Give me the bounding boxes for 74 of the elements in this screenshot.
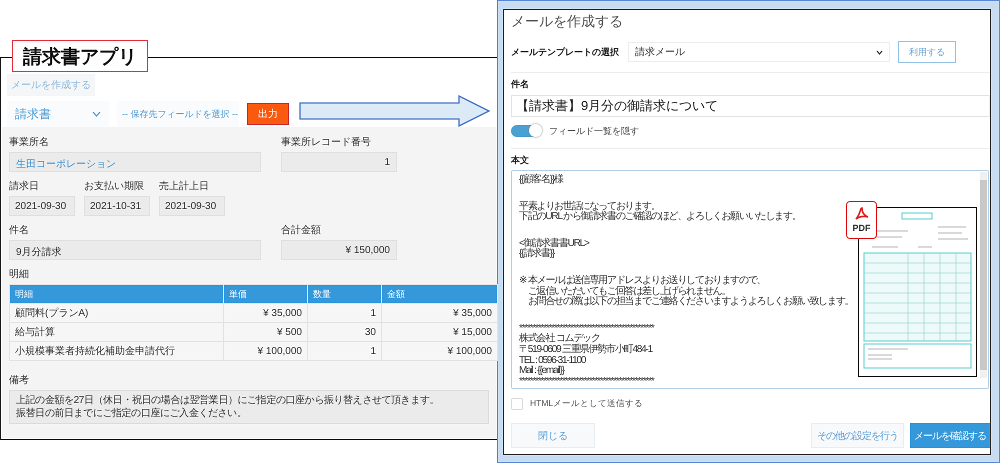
body-line: お問合せの際は以下の担当までご連絡くださいますようよろしくお願い致します。 xyxy=(526,297,854,308)
app-title: 請求書アプリ xyxy=(12,40,148,72)
field-select[interactable]: -- 保存先フィールドを選択 -- xyxy=(117,101,239,127)
checkbox[interactable] xyxy=(511,398,523,410)
subject-label: 件名 xyxy=(511,78,530,91)
table-cell: ¥ 100,000 xyxy=(382,342,498,360)
field-value: ¥ 150,000 xyxy=(281,240,397,260)
confirm-mail-button[interactable]: メールを確認する xyxy=(910,423,990,448)
compose-mail-button[interactable]: メールを作成する xyxy=(7,74,95,96)
body-line: 株式会社 コムデック xyxy=(519,334,600,344)
body-line: {{顧客名}}様 xyxy=(519,175,563,186)
arrow-icon xyxy=(299,95,491,127)
field-label: 請求日 xyxy=(9,180,40,193)
subject-field[interactable]: 【請求書】9月分の御請求について xyxy=(511,95,990,117)
field-value: 1 xyxy=(281,152,397,172)
column-header: 金額 xyxy=(382,284,498,304)
template-select[interactable]: 請求書 xyxy=(7,101,109,127)
scrollbar[interactable] xyxy=(980,172,987,378)
field-label: 合計金額 xyxy=(281,224,322,237)
section-label: 備考 xyxy=(9,374,30,387)
body-field[interactable] xyxy=(511,170,989,389)
section-label: 明細 xyxy=(9,268,30,281)
toggle-label: フィールド一覧を隠す xyxy=(549,124,639,138)
table-cell: 顧問料(プランA) xyxy=(10,304,224,322)
field-label: 件名 xyxy=(9,224,30,237)
column-header: 数量 xyxy=(308,284,382,304)
body-line: ************************************************** xyxy=(519,324,654,334)
body-line: ************************************************** xyxy=(519,376,654,388)
table-cell: ¥ 35,000 xyxy=(382,304,498,322)
body-line: 〒519-0609 三重県伊勢市小町484-1 xyxy=(519,344,652,356)
table-cell: ¥ 100,000 xyxy=(224,342,308,360)
chevron-down-icon xyxy=(92,111,101,117)
remarks-line: 振替日の前日までにご指定の口座にご入金ください。 xyxy=(16,407,246,420)
body-line: Mail : {{email}} xyxy=(519,366,564,377)
body-line: 下記のURL から御請求書のご確認のほど、よろしくお願いいたします。 xyxy=(519,212,801,223)
body-line: ご返信いただいてもご回答は差し上げられません。 xyxy=(526,286,730,297)
table-cell: 小規模事業者持続化補助金申請代行 xyxy=(10,342,224,360)
checkbox-label: HTMLメールとして送信する xyxy=(530,398,644,410)
use-template-button[interactable]: 利用する xyxy=(898,41,956,63)
table-cell: 給与計算 xyxy=(10,322,224,342)
table-cell: ¥ 500 xyxy=(224,322,308,342)
output-button[interactable]: 出力 xyxy=(247,103,289,125)
body-line: ※ 本メールは送信専用アドレスよりお送りしておりますので、 xyxy=(519,276,766,286)
chevron-down-icon xyxy=(876,50,883,54)
field-label: お支払い期限 xyxy=(84,180,145,193)
field-value: 2021-09-30 xyxy=(159,196,225,216)
body-line: <御請求書書URL> xyxy=(519,238,589,249)
table-cell: 1 xyxy=(308,342,382,360)
column-header: 単価 xyxy=(224,284,308,304)
body-line: {{請求書}} xyxy=(519,249,554,260)
table-cell: ¥ 35,000 xyxy=(224,304,308,322)
table-cell: 30 xyxy=(308,322,382,342)
pdf-badge: PDF xyxy=(846,201,877,239)
body-label: 本文 xyxy=(511,154,530,167)
field-value: 2021-10-31 xyxy=(84,196,150,216)
dialog-title: メールを作成する xyxy=(511,12,624,31)
acrobat-icon xyxy=(854,207,870,221)
field-label: 事業所レコード番号 xyxy=(281,136,372,149)
column-header: 明細 xyxy=(10,284,224,304)
field-value: 生田コーポレーション xyxy=(9,152,261,172)
template-label: メールテンプレートの選択 xyxy=(511,46,620,58)
settings-button[interactable]: その他の設定を行う xyxy=(811,423,904,448)
table-cell: 1 xyxy=(308,304,382,322)
field-label: 売上計上日 xyxy=(159,180,210,193)
remarks-line: 上記の金額を27日（休日・祝日の場合は翌営業日）にご指定の口座から振り替えさせて頂きます。 xyxy=(16,394,440,407)
body-line: TEL : 0596-31-1100 xyxy=(519,356,586,366)
field-label: 事業所名 xyxy=(9,136,50,149)
field-value: 2021-09-30 xyxy=(9,196,75,216)
template-select[interactable]: 請求メール xyxy=(628,42,890,62)
field-value: 9月分請求 xyxy=(9,240,261,260)
toggle-switch[interactable] xyxy=(511,125,541,137)
close-button[interactable]: 閉じる xyxy=(511,423,595,448)
table-cell: ¥ 15,000 xyxy=(382,322,498,342)
body-line: 平素よりお世話になっております。 xyxy=(519,202,660,212)
